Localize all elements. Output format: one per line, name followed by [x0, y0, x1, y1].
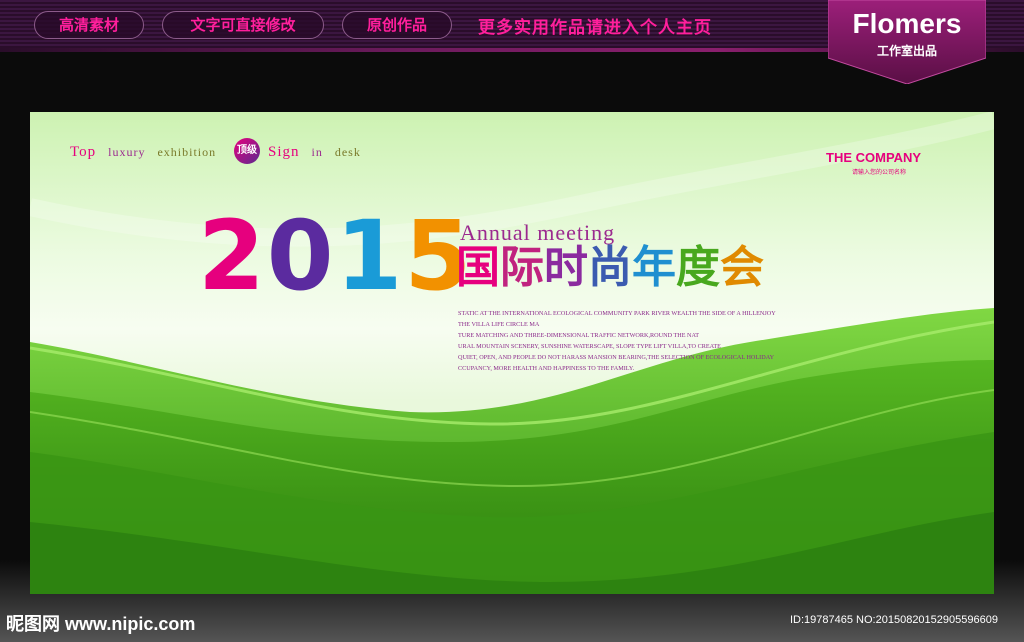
company-name-text: THE COMPANY: [826, 150, 922, 165]
tagline-word-desk: desk: [334, 145, 361, 159]
company-name: THE COMPANY: [826, 150, 921, 165]
title-char: 际: [500, 242, 544, 293]
year-digit: 0: [266, 200, 336, 312]
tag-original-work[interactable]: 原创作品: [342, 11, 452, 39]
tagline-sign-in: Sign in desk: [268, 144, 369, 161]
title-char: 国: [456, 242, 500, 293]
title-char: 时: [544, 242, 588, 293]
title-char: 尚: [588, 242, 632, 293]
poster-canvas: Top luxury exhibition 顶级 Sign in desk TH…: [30, 112, 994, 594]
tagline-word-luxury: luxury: [108, 145, 146, 159]
description-line: URAL MOUNTAIN SCENERY, SUNSHINE WATERSCA…: [458, 343, 721, 350]
tagline-word-top: Top: [70, 144, 97, 160]
year-digit: 2: [198, 200, 267, 312]
brand-name[interactable]: Flomers: [832, 8, 982, 40]
description-block: STATIC AT THE INTERNATIONAL ECOLOGICAL C…: [458, 308, 818, 374]
tagline-word-in: in: [311, 145, 323, 159]
site-watermark: 昵图网 www.nipic.com: [6, 614, 196, 634]
year-heading: 2015: [198, 208, 473, 304]
tag-editable-text[interactable]: 文字可直接修改: [162, 11, 324, 39]
description-line: TURE MATCHING AND THREE-DIMENSIONAL TRAF…: [458, 332, 700, 339]
tagline: Top luxury exhibition: [70, 144, 224, 161]
description-line: QUIET, OPEN, AND PEOPLE DO NOT HARASS MA…: [458, 354, 775, 361]
year-digit: 1: [335, 200, 405, 312]
title-char: 年: [632, 242, 676, 293]
top-grade-badge: 顶级: [234, 138, 260, 164]
description-line: CCUPANCY, MORE HEALTH AND HAPPINESS TO T…: [458, 365, 635, 372]
image-id-text: ID:19787465 NO:20150820152905596609: [790, 614, 998, 626]
promo-link[interactable]: 更多实用作品请进入个人主页: [478, 13, 712, 38]
tagline-word-sign: Sign: [268, 144, 300, 160]
company-name-placeholder: 请输入您的公司名称: [852, 169, 907, 176]
title-char: 度: [676, 242, 720, 293]
chinese-title: 国际时尚年度会: [456, 246, 764, 290]
description-line: THE VILLA LIFE CIRCLE MA: [458, 321, 540, 328]
tagline-word-exhibition: exhibition: [157, 145, 217, 159]
description-line: STATIC AT THE INTERNATIONAL ECOLOGICAL C…: [458, 310, 776, 317]
brand-subtitle: 工作室出品: [876, 44, 937, 58]
title-char: 会: [720, 242, 764, 293]
tag-hd-material[interactable]: 高清素材: [34, 11, 144, 39]
